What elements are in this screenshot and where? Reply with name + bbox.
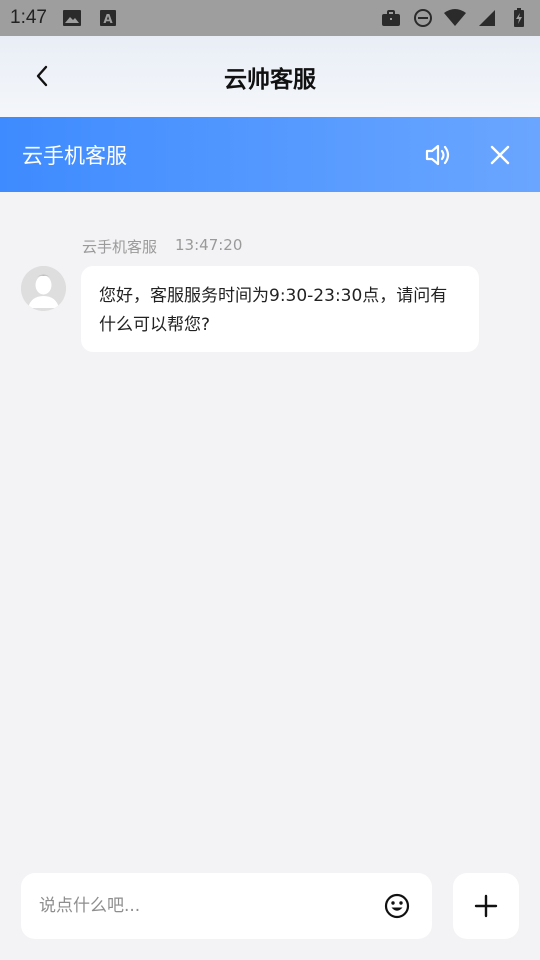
plus-icon [474, 894, 498, 918]
message-sender: 云手机客服 [82, 238, 158, 256]
close-icon [490, 145, 510, 164]
briefcase-icon [380, 7, 402, 29]
smiley-icon [384, 893, 410, 919]
back-button[interactable] [22, 56, 62, 96]
title-bar: 云帅客服 [0, 36, 540, 117]
speaker-icon [425, 144, 450, 165]
status-right [380, 7, 530, 29]
emoji-button[interactable] [382, 891, 412, 921]
chat-area: 云手机客服 13:47:20 您好，客服服务时间为9:30-23:30点，请问有… [0, 192, 540, 862]
page-title: 云帅客服 [224, 65, 316, 92]
svg-text:A: A [103, 12, 113, 26]
status-bar: 1:47 A [0, 0, 540, 36]
user-avatar-icon [21, 266, 66, 311]
message-time: 13:47:20 [175, 236, 243, 254]
signal-icon [476, 7, 498, 29]
status-left: 1:47 A [10, 7, 119, 29]
banner-title: 云手机客服 [22, 143, 127, 168]
dnd-icon [412, 7, 434, 29]
message-input[interactable] [39, 896, 359, 916]
message-meta: 云手机客服 13:47:20 [82, 236, 242, 257]
avatar[interactable] [21, 266, 66, 311]
plus-button[interactable] [453, 873, 519, 939]
status-time: 1:47 [10, 7, 47, 28]
image-icon [61, 7, 83, 29]
message-input-box[interactable] [21, 873, 432, 939]
text-a-icon: A [97, 7, 119, 29]
close-button[interactable] [482, 137, 518, 173]
speaker-button[interactable] [420, 137, 456, 173]
message-bubble: 您好，客服服务时间为9:30-23:30点，请问有什么可以帮您? [81, 266, 479, 352]
wifi-icon [444, 7, 466, 29]
service-banner: 云手机客服 [0, 117, 540, 192]
banner-actions [420, 117, 518, 192]
chevron-left-icon [36, 65, 48, 87]
battery-icon [508, 7, 530, 29]
